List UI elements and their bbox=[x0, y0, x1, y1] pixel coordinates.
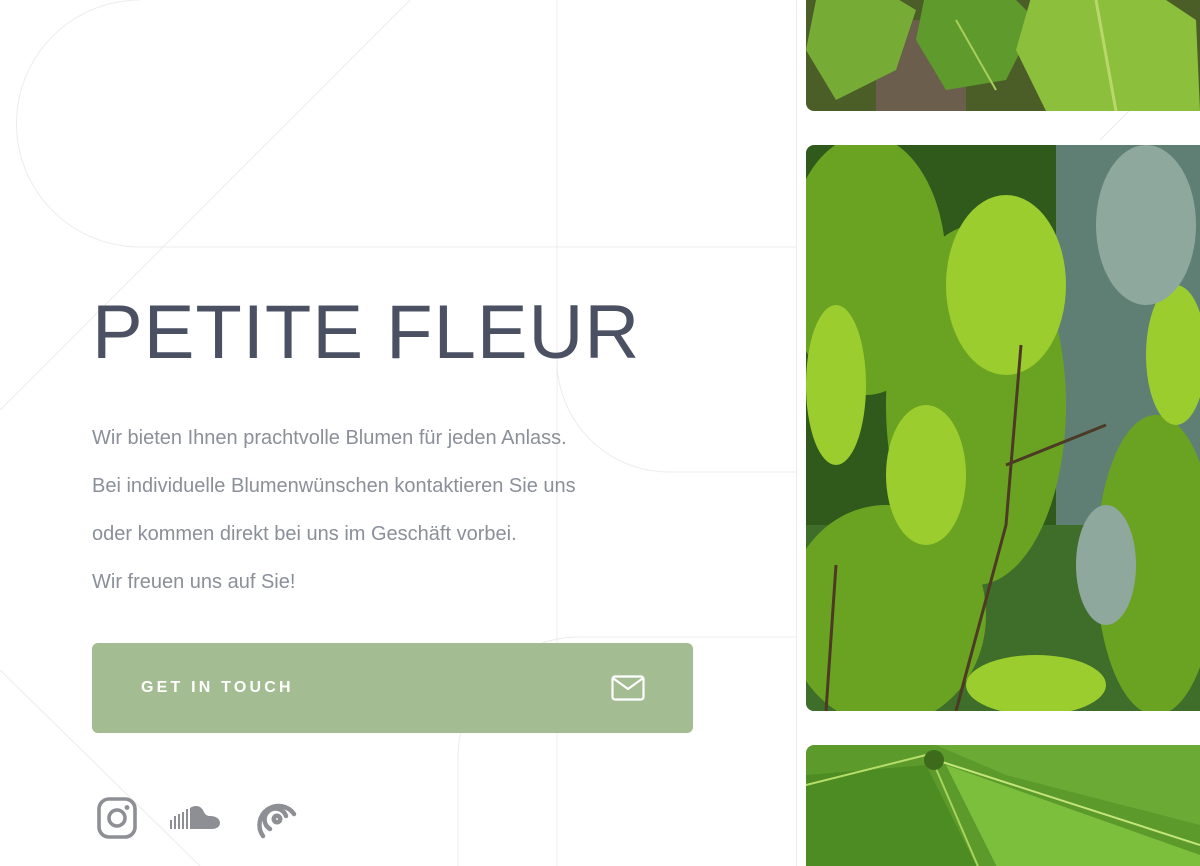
intro-text: Wir bieten Ihnen prachtvolle Blumen für … bbox=[92, 414, 712, 606]
photo-cypress-foliage bbox=[806, 145, 1200, 711]
envelope-icon bbox=[611, 675, 645, 701]
social-links bbox=[96, 794, 300, 842]
photo-maple-leaves bbox=[806, 0, 1200, 111]
intro-line: oder kommen direkt bei uns im Geschäft v… bbox=[92, 523, 517, 545]
intro-line: Wir bieten Ihnen prachtvolle Blumen für … bbox=[92, 427, 567, 449]
instagram-icon bbox=[97, 797, 137, 839]
podcast-link[interactable] bbox=[252, 794, 300, 842]
hero-section: PETITE FLEUR Wir bieten Ihnen prachtvoll… bbox=[92, 290, 712, 606]
soundcloud-icon bbox=[170, 805, 220, 829]
page-title: PETITE FLEUR bbox=[92, 290, 641, 375]
podcast-icon bbox=[257, 803, 297, 839]
column-divider bbox=[796, 0, 797, 866]
intro-line: Wir freuen uns auf Sie! bbox=[92, 571, 296, 593]
instagram-link[interactable] bbox=[96, 795, 140, 841]
photo-gallery bbox=[806, 0, 1200, 866]
soundcloud-link[interactable] bbox=[170, 802, 222, 834]
get-in-touch-button[interactable]: GET IN TOUCH bbox=[92, 643, 693, 733]
photo-palm-leaves bbox=[806, 745, 1200, 866]
intro-line: Bei individuelle Blumenwünschen kontakti… bbox=[92, 475, 576, 497]
get-in-touch-label: GET IN TOUCH bbox=[141, 679, 294, 696]
